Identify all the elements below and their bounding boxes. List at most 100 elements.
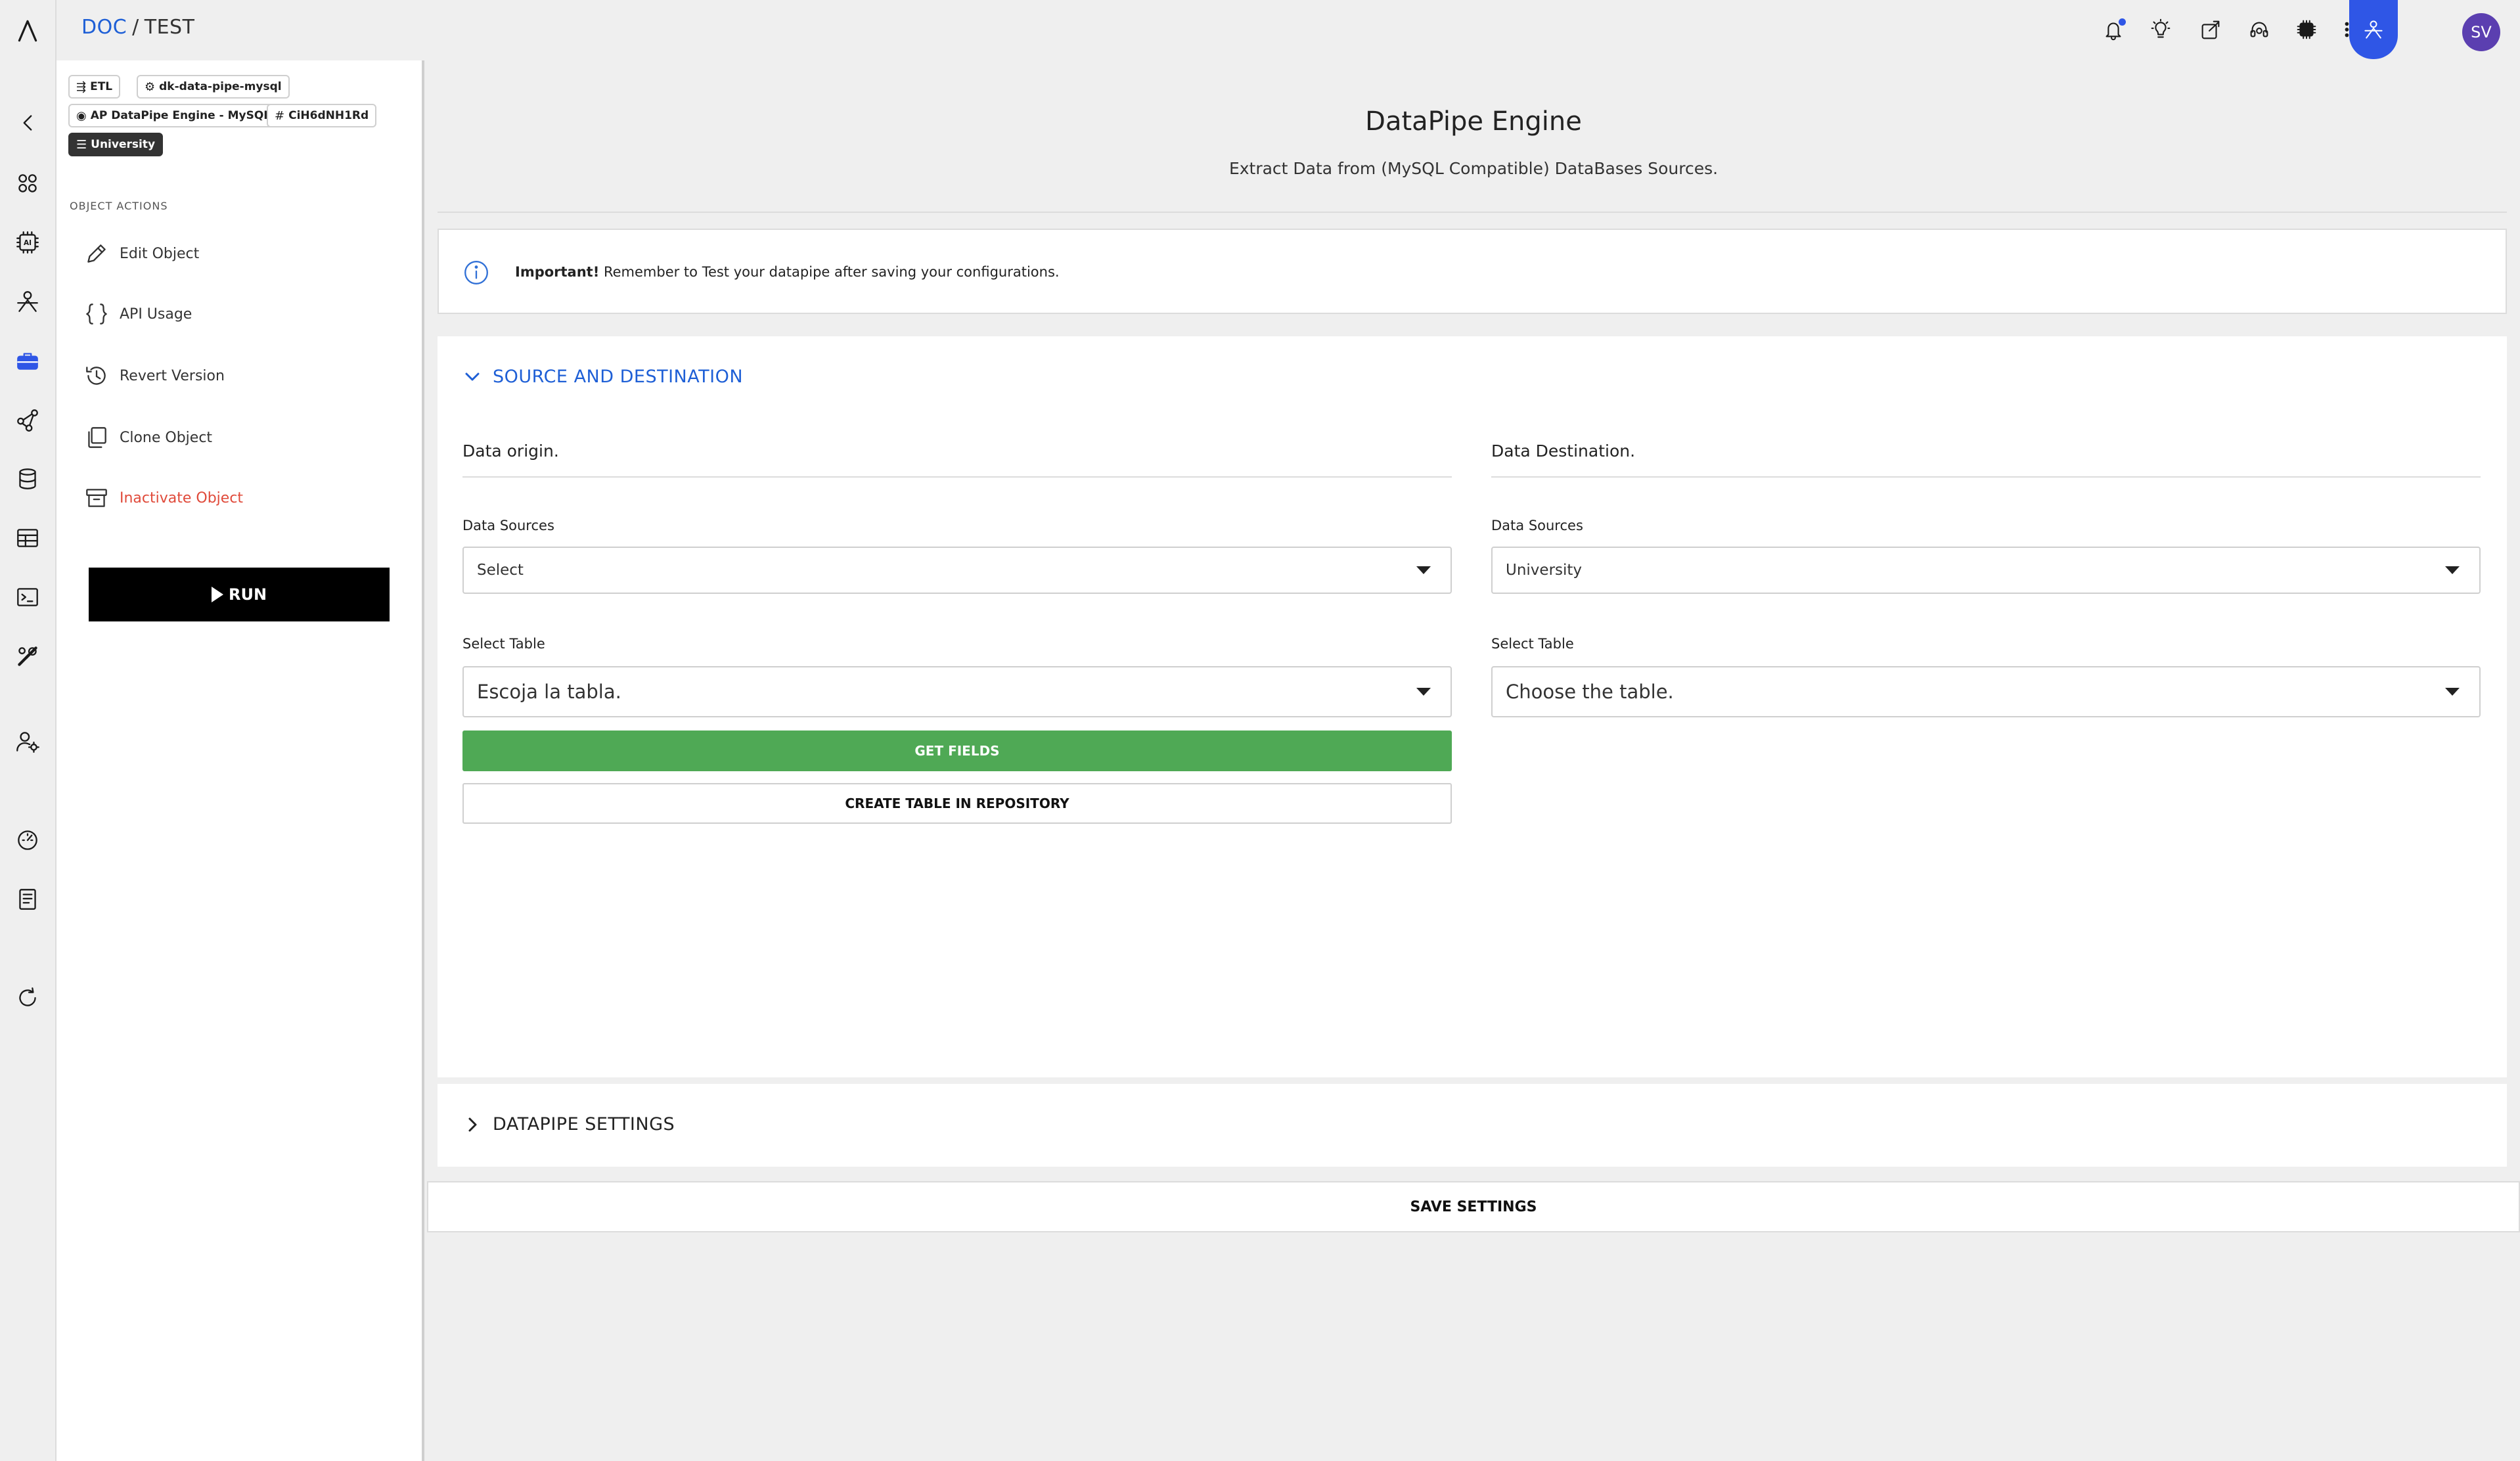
info-icon [462,259,490,286]
destination-title: Data Destination. [1491,441,2481,478]
database-icon[interactable] [12,464,43,494]
docs-book-icon[interactable] [12,884,43,914]
origin-sources-select[interactable]: Select [462,547,1452,594]
caret-down-icon [2445,566,2460,574]
icon-rail: AI [0,0,56,1461]
back-chevron-icon[interactable] [12,108,43,138]
breadcrumb: DOC / TEST [81,16,194,39]
source-destination-heading: SOURCE AND DESTINATION [493,367,744,387]
clone-object-action[interactable]: Clone Object [83,418,212,457]
clone-object-label: Clone Object [120,429,213,446]
tag-pipe[interactable]: ⚙ dk-data-pipe-mysql [137,75,290,99]
origin-table-label: Select Table [462,636,545,652]
avatar[interactable]: SV [2462,13,2500,51]
object-panel: ⇶ ETL ⚙ dk-data-pipe-mysql ◉ AP DataPipe En… [56,60,424,1461]
tag-etl-label: ETL [90,80,113,93]
notification-dot [2119,18,2126,26]
network-icon[interactable] [12,405,43,435]
ai-chip-top-icon[interactable] [2291,14,2322,45]
pencil-icon [87,244,106,263]
user-settings-icon[interactable] [12,727,43,757]
main-content: DataPipe Engine Extract Data from (MySQL… [427,60,2520,1461]
destination-sources-label: Data Sources [1491,518,1583,533]
copy-icon [88,427,106,448]
breadcrumb-current: TEST [144,16,195,39]
top-actions: SV [2060,0,2520,59]
create-table-button[interactable]: CREATE TABLE IN REPOSITORY [462,783,1452,824]
table-icon[interactable] [12,523,43,553]
tag-id[interactable]: # CiH6dNH1Rd [267,104,377,127]
page-title: DataPipe Engine [1365,106,1582,137]
engine-icon: ◉ [76,108,87,123]
etl-icon: ⇶ [76,79,87,94]
origin-column: Data origin. Data Sources Select Select … [462,441,1452,824]
agent-icon[interactable] [12,286,43,317]
tools-icon[interactable] [12,641,43,671]
origin-title: Data origin. [462,441,1452,478]
apps-grid-icon[interactable] [12,168,43,198]
breadcrumb-link[interactable]: DOC [81,16,127,39]
source-destination-section: SOURCE AND DESTINATION Data origin. Data… [438,336,2507,1077]
alert-strong: Important! [515,264,600,280]
dashboard-gauge-icon[interactable] [12,825,43,855]
destination-table-label: Select Table [1491,636,1574,652]
share-icon[interactable] [2195,14,2226,45]
terminal-icon[interactable] [12,582,43,612]
bell-icon[interactable] [2098,14,2128,45]
inactivate-object-action[interactable]: Inactivate Object [83,478,243,518]
tag-engine-label: AP DataPipe Engine - MySQL [90,109,271,122]
run-button[interactable]: RUN [89,568,390,621]
save-settings-button[interactable]: SAVE SETTINGS [427,1181,2520,1232]
datapipe-settings-section: DATAPIPE SETTINGS [438,1084,2507,1167]
gear-icon: ⚙ [145,79,156,94]
destination-sources-value: University [1506,562,1583,579]
caret-down-icon [1416,688,1431,696]
inactivate-object-label: Inactivate Object [120,489,244,506]
lightbulb-icon[interactable] [2146,14,2176,45]
revert-version-label: Revert Version [120,367,225,384]
tag-database[interactable]: ☰ University [68,133,164,156]
api-usage-label: API Usage [120,305,192,323]
ai-chip-icon[interactable]: AI [12,227,43,258]
api-usage-action[interactable]: API Usage [83,294,192,334]
toolbox-icon[interactable] [12,346,43,376]
tag-database-label: University [91,138,156,151]
play-icon [211,587,223,602]
logo-icon[interactable] [12,16,43,46]
destination-table-value: Choose the table. [1506,681,1674,703]
user-agent-icon [2364,20,2383,39]
archive-icon [86,489,107,507]
datapipe-settings-toggle[interactable]: DATAPIPE SETTINGS [462,1114,675,1135]
divider [438,212,2507,213]
run-label: RUN [228,585,267,604]
source-destination-toggle[interactable]: SOURCE AND DESTINATION [462,367,743,387]
breadcrumb-separator: / [132,16,139,39]
tag-engine[interactable]: ◉ AP DataPipe Engine - MySQL [68,104,279,127]
destination-sources-select[interactable]: University [1491,547,2481,594]
origin-table-value: Escoja la tabla. [477,681,621,703]
page-subtitle: Extract Data from (MySQL Compatible) Dat… [1228,159,1719,178]
edit-object-action[interactable]: Edit Object [83,234,199,273]
user-panel-tab[interactable] [2349,0,2398,59]
tag-etl[interactable]: ⇶ ETL [68,75,121,99]
top-bar: DOC / TEST SV [56,0,2520,59]
get-fields-button[interactable]: GET FIELDS [462,730,1452,771]
database-small-icon: ☰ [76,137,87,152]
destination-table-select[interactable]: Choose the table. [1491,666,2481,717]
info-alert: Important! Remember to Test your datapip… [438,229,2507,314]
object-actions-heading: OBJECT ACTIONS [70,200,168,212]
refresh-icon[interactable] [12,983,43,1013]
destination-column: Data Destination. Data Sources Universit… [1491,441,2481,717]
braces-icon [86,303,107,325]
alert-text: Important! Remember to Test your datapip… [515,264,1060,280]
revert-version-action[interactable]: Revert Version [83,356,225,395]
origin-table-select[interactable]: Escoja la tabla. [462,666,1452,717]
hash-icon: # [275,108,285,123]
history-icon [86,367,106,385]
support-headset-icon[interactable] [2244,14,2274,45]
alert-message: Remember to Test your datapipe after sav… [599,264,1060,280]
chevron-down-icon [465,372,480,380]
origin-sources-value: Select [477,562,524,579]
tag-id-label: CiH6dNH1Rd [288,109,369,122]
tag-pipe-label: dk-data-pipe-mysql [159,80,282,93]
